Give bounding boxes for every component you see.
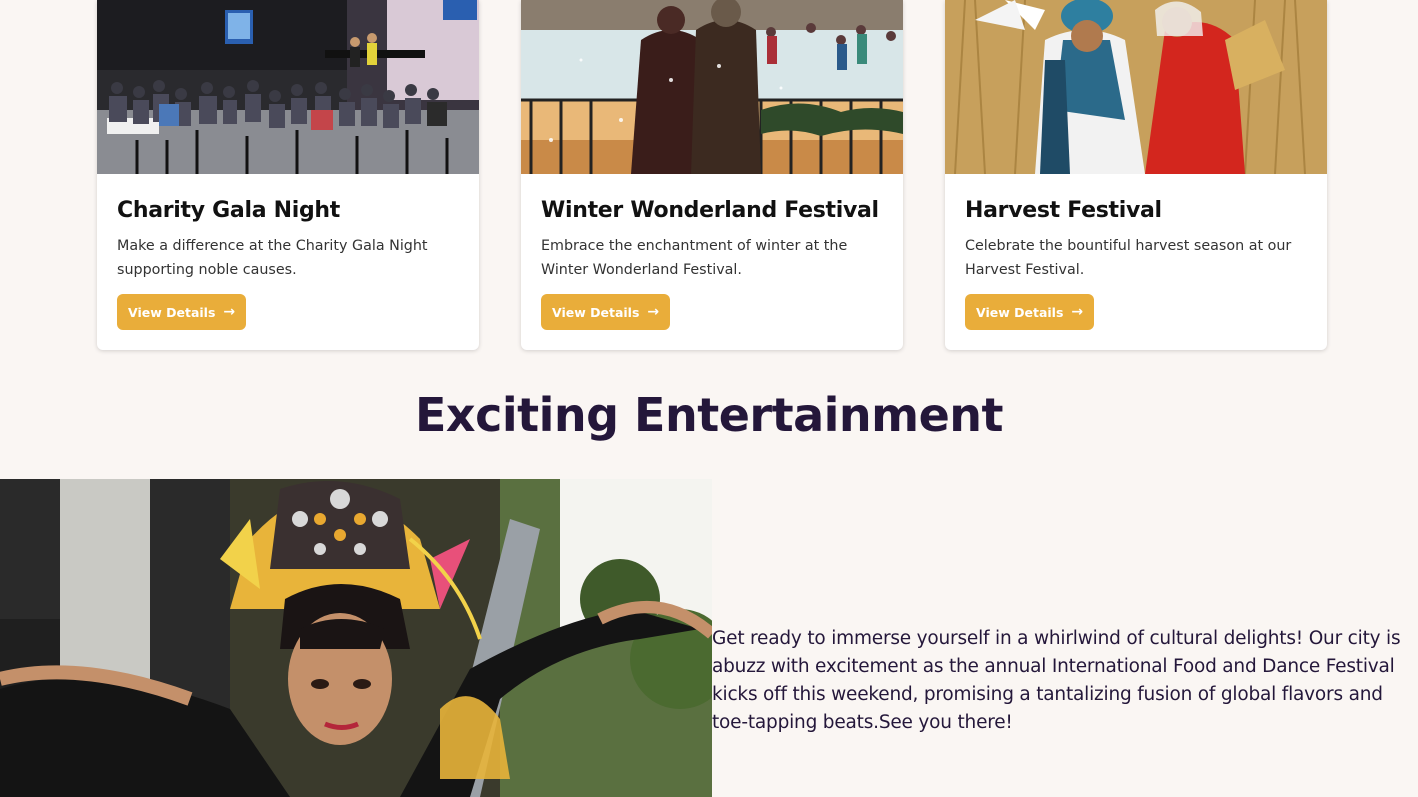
event-image-harvest-festival bbox=[945, 0, 1327, 174]
event-title: Harvest Festival bbox=[965, 198, 1162, 223]
arrow-right-icon: → bbox=[1071, 304, 1084, 320]
view-details-label: View Details bbox=[976, 304, 1064, 320]
event-description: Make a difference at the Charity Gala Ni… bbox=[117, 238, 428, 278]
arrow-right-icon: → bbox=[647, 304, 660, 320]
entertainment-description: Get ready to immerse yourself in a whirl… bbox=[712, 628, 1401, 733]
event-card-harvest-festival: Harvest Festival Celebrate the bountiful… bbox=[945, 0, 1327, 350]
event-cards: Charity Gala Night Make a difference at … bbox=[97, 0, 1327, 350]
view-details-button[interactable]: View Details → bbox=[965, 294, 1095, 330]
event-title: Charity Gala Night bbox=[117, 198, 340, 223]
entertainment-image bbox=[0, 479, 712, 797]
arrow-right-icon: → bbox=[223, 304, 236, 320]
event-image-winter-wonderland bbox=[521, 0, 903, 174]
event-image-charity-gala bbox=[97, 0, 479, 174]
view-details-label: View Details bbox=[128, 304, 216, 320]
view-details-button[interactable]: View Details → bbox=[541, 294, 671, 330]
event-title: Winter Wonderland Festival bbox=[541, 198, 879, 223]
event-description: Embrace the enchantment of winter at the… bbox=[541, 238, 848, 278]
page: Charity Gala Night Make a difference at … bbox=[0, 0, 1418, 797]
view-details-label: View Details bbox=[552, 304, 640, 320]
event-card-charity-gala: Charity Gala Night Make a difference at … bbox=[97, 0, 479, 350]
event-description: Celebrate the bountiful harvest season a… bbox=[965, 238, 1292, 278]
event-card-winter-wonderland: Winter Wonderland Festival Embrace the e… bbox=[521, 0, 903, 350]
section-title: Exciting Entertainment bbox=[414, 388, 1004, 442]
view-details-button[interactable]: View Details → bbox=[117, 294, 247, 330]
